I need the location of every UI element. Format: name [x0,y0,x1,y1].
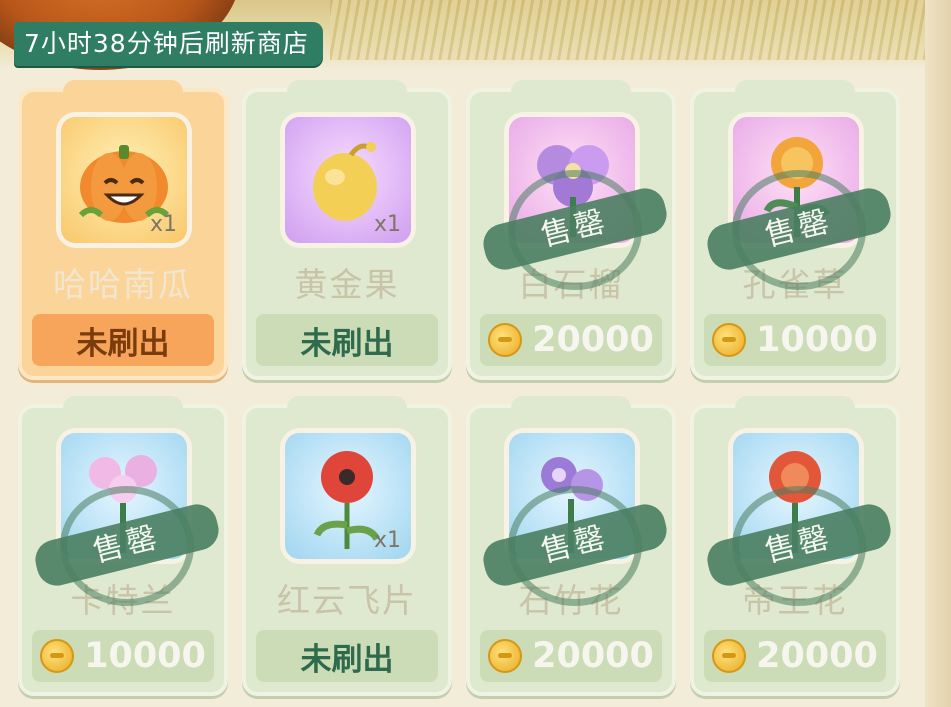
item-price: 10000 [84,636,206,676]
item-quantity: x1 [373,212,401,237]
coin-icon [40,639,75,673]
item-status-bar[interactable]: 未刷出 [256,314,438,366]
coin-icon [712,639,747,673]
item-price-bar[interactable]: 10000 [704,314,886,366]
shop-item-card[interactable]: 帝王花 售罄 20000 [690,396,900,696]
shop-item-card[interactable]: 石竹花 售罄 20000 [466,396,676,696]
card-tab [735,396,855,414]
shop-item-card[interactable]: x1 黄金果 未刷出 [242,80,452,380]
item-price: 10000 [756,320,878,360]
coin-icon [712,323,747,357]
card-tab [63,80,183,98]
card-tab [511,80,631,98]
sold-out-stamp: 售罄 [703,170,895,290]
item-price: 20000 [532,320,654,360]
item-price-bar[interactable]: 20000 [480,314,662,366]
item-status: 未刷出 [300,325,394,362]
item-icon-tile: x1 [280,112,416,248]
item-price-bar[interactable]: 20000 [480,630,662,682]
item-name: 哈哈南瓜 [53,265,193,304]
sold-out-stamp: 售罄 [703,486,895,606]
shop-item-card[interactable]: 卡特兰 售罄 10000 [18,396,228,696]
item-name: 黄金果 [294,265,400,304]
shop-item-card[interactable]: 孔雀草 售罄 10000 [690,80,900,380]
sold-out-stamp: 售罄 [479,486,671,606]
item-price-bar[interactable]: 10000 [32,630,214,682]
item-status: 未刷出 [300,641,394,678]
shop-item-card[interactable]: 白石榴 售罄 20000 [466,80,676,380]
panel-edge [925,0,951,707]
item-icon-tile: x1 [280,428,416,564]
item-status: 未刷出 [76,325,170,362]
coin-icon [488,639,523,673]
card-tab [287,396,407,414]
card-tab [735,80,855,98]
card-tab [287,80,407,98]
item-quantity: x1 [373,528,401,553]
coin-icon [488,323,523,357]
sold-out-stamp: 售罄 [479,170,671,290]
item-icon-tile: x1 [56,112,192,248]
shop-item-card[interactable]: x1 哈哈南瓜 未刷出 [18,80,228,380]
item-status-bar[interactable]: 未刷出 [32,314,214,366]
shop-item-card[interactable]: x1 红云飞片 未刷出 [242,396,452,696]
card-tab [63,396,183,414]
refresh-timer-label: 7小时38分钟后刷新商店 [14,22,323,66]
item-name: 红云飞片 [277,581,417,620]
item-price: 20000 [756,636,878,676]
grass-decoration [330,0,930,60]
sold-out-stamp: 售罄 [31,486,223,606]
item-price-bar[interactable]: 20000 [704,630,886,682]
item-status-bar[interactable]: 未刷出 [256,630,438,682]
item-price: 20000 [532,636,654,676]
item-quantity: x1 [149,212,177,237]
card-tab [511,396,631,414]
